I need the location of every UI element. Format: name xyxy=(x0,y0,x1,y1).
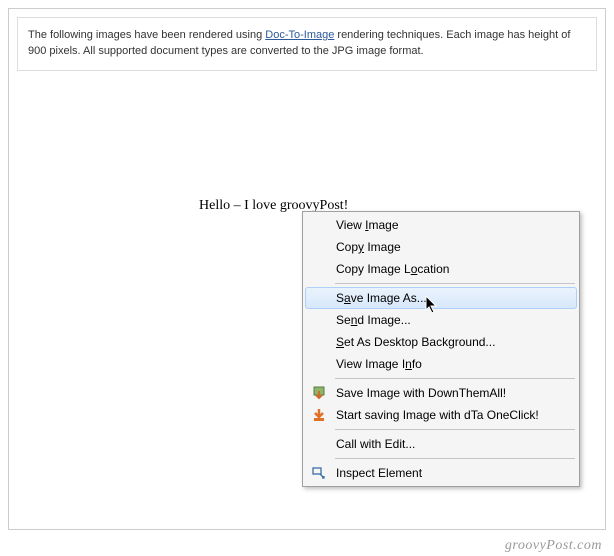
menu-item-label: Start saving Image with dTa OneClick! xyxy=(330,408,539,422)
menu-item-save-image-as[interactable]: Save Image As... xyxy=(305,287,577,309)
header-text-before: The following images have been rendered … xyxy=(28,29,265,41)
menu-item-save-image-with-downthemall[interactable]: Save Image with DownThemAll! xyxy=(305,382,577,404)
menu-item-send-image[interactable]: Send Image... xyxy=(305,309,577,331)
menu-item-label: Copy Image Location xyxy=(330,262,449,276)
menu-item-label: Save Image As... xyxy=(330,291,427,305)
menu-item-view-image-info[interactable]: View Image Info xyxy=(305,353,577,375)
menu-item-call-with-edit[interactable]: Call with Edit... xyxy=(305,433,577,455)
menu-item-inspect-element[interactable]: Inspect Element xyxy=(305,462,577,484)
menu-item-copy-image-location[interactable]: Copy Image Location xyxy=(305,258,577,280)
menu-icon-empty xyxy=(308,290,330,306)
menu-separator xyxy=(335,378,575,379)
menu-item-label: View Image xyxy=(330,218,399,232)
menu-separator xyxy=(335,429,575,430)
menu-item-label: View Image Info xyxy=(330,357,422,371)
menu-item-label: Save Image with DownThemAll! xyxy=(330,386,506,400)
menu-item-label: Inspect Element xyxy=(330,466,422,480)
menu-icon-empty xyxy=(308,436,330,452)
menu-separator xyxy=(335,283,575,284)
watermark: groovyPost.com xyxy=(505,538,602,554)
context-menu: View Image Copy Image Copy Image Location S… xyxy=(302,211,580,487)
menu-icon-empty xyxy=(308,312,330,328)
menu-item-label: Send Image... xyxy=(330,313,411,327)
menu-item-set-as-desktop-background[interactable]: Set As Desktop Background... xyxy=(305,331,577,353)
dta-oneclick-icon xyxy=(308,407,330,423)
menu-icon-empty xyxy=(308,217,330,233)
menu-item-view-image[interactable]: View Image xyxy=(305,214,577,236)
page-frame: The following images have been rendered … xyxy=(8,8,606,530)
menu-icon-empty xyxy=(308,334,330,350)
menu-icon-empty xyxy=(308,261,330,277)
inspect-icon xyxy=(308,465,330,481)
menu-item-start-saving-image-with-dta-oneclick[interactable]: Start saving Image with dTa OneClick! xyxy=(305,404,577,426)
menu-separator xyxy=(335,458,575,459)
menu-item-label: Call with Edit... xyxy=(330,437,415,451)
menu-icon-empty xyxy=(308,239,330,255)
menu-icon-empty xyxy=(308,356,330,372)
header-description: The following images have been rendered … xyxy=(17,17,597,71)
dta-save-icon xyxy=(308,385,330,401)
doc-to-image-link[interactable]: Doc-To-Image xyxy=(265,29,334,41)
menu-item-label: Copy Image xyxy=(330,240,401,254)
menu-item-copy-image[interactable]: Copy Image xyxy=(305,236,577,258)
menu-item-label: Set As Desktop Background... xyxy=(330,335,495,349)
